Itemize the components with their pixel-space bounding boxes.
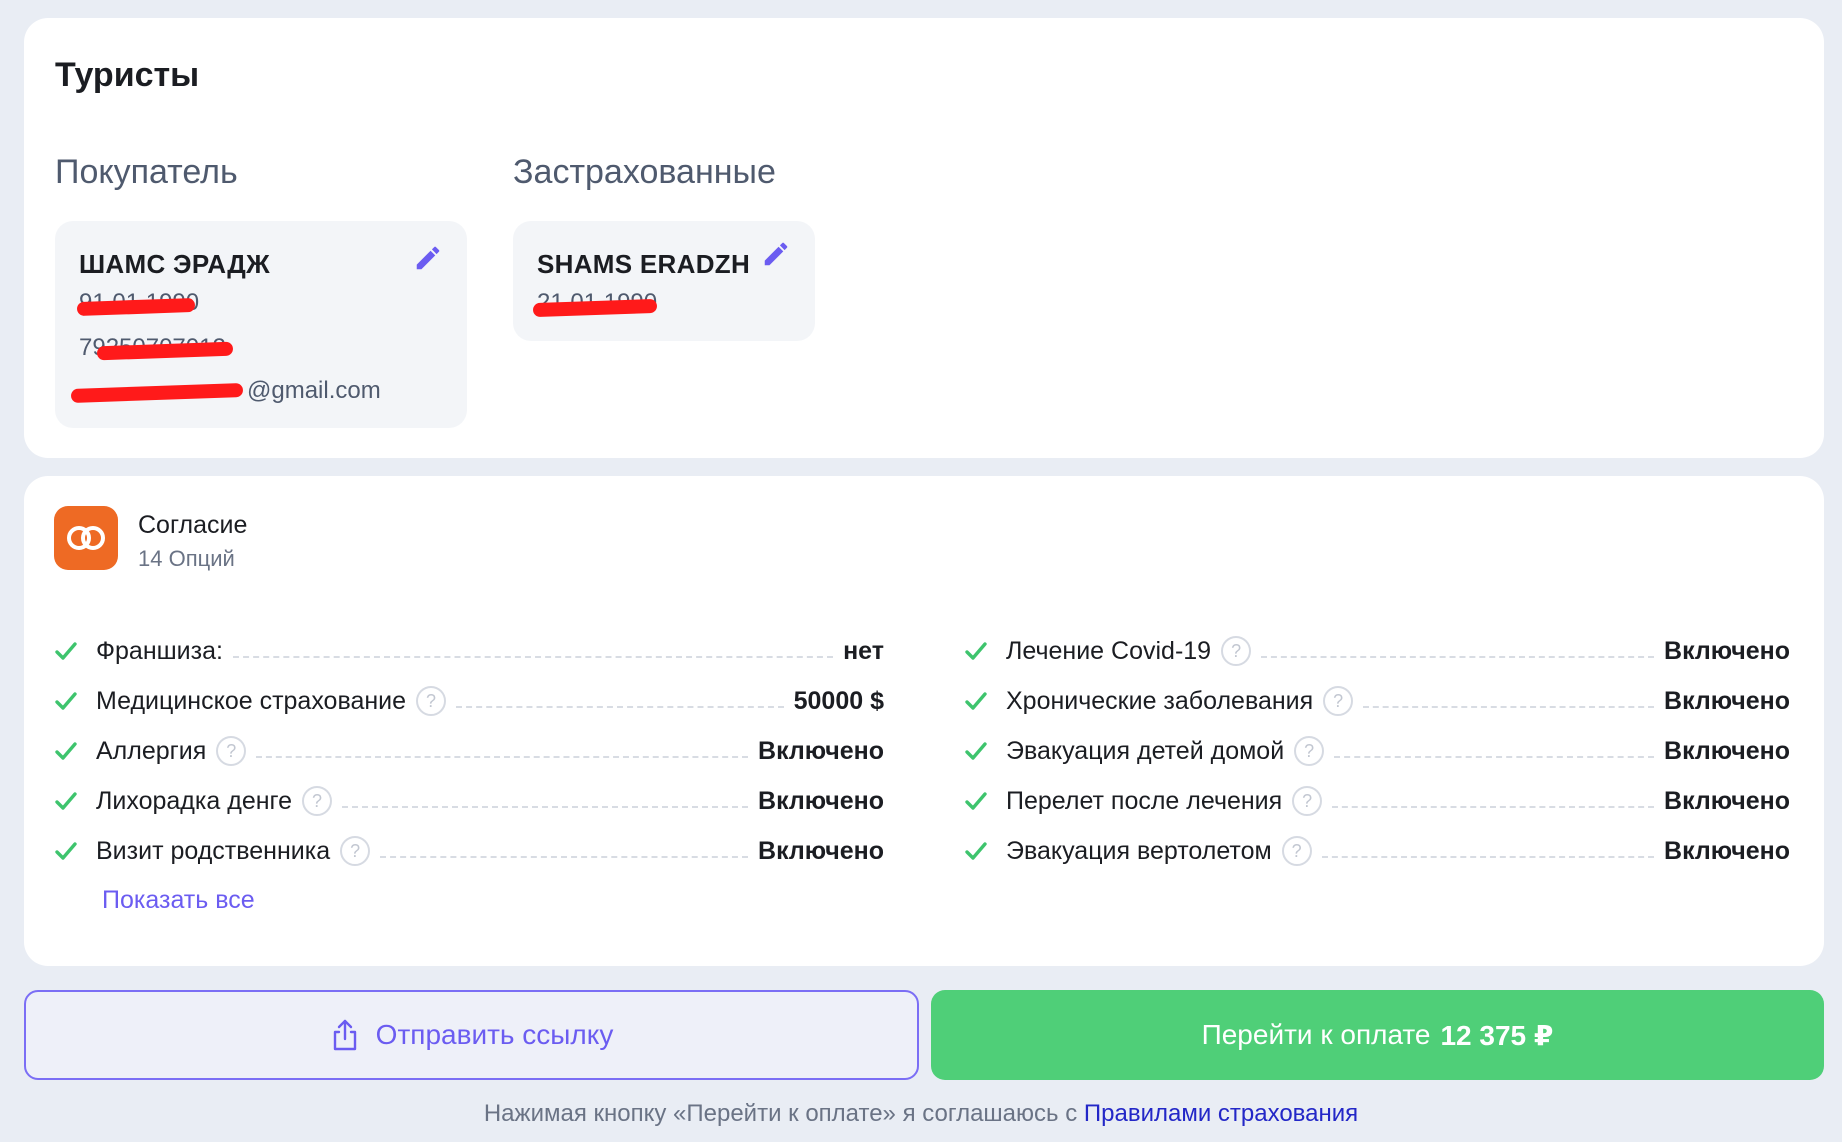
option-value: Включено [1664, 736, 1790, 765]
check-icon [964, 789, 1006, 813]
dotted-leader [342, 794, 749, 808]
option-value: нет [843, 636, 884, 665]
option-label: Эвакуация вертолетом [1006, 836, 1272, 865]
tourists-title: Туристы [55, 56, 200, 94]
options-count: 14 Опций [138, 546, 235, 571]
pay-button[interactable]: Перейти к оплате 12 375 ₽ [931, 990, 1824, 1080]
terms-text: Нажимая кнопку «Перейти к оплате» я согл… [483, 1100, 1084, 1127]
question-icon[interactable]: ? [1292, 786, 1323, 816]
option-value: Включено [1664, 636, 1790, 665]
check-icon [964, 689, 1006, 713]
question-icon[interactable]: ? [302, 786, 332, 816]
dotted-leader [1321, 844, 1655, 858]
option-row: Аллергия? Включено [54, 726, 884, 776]
check-icon [964, 639, 1006, 663]
dotted-leader [1261, 644, 1655, 658]
option-value: Включено [758, 786, 884, 815]
option-row: Медицинское страхование? 50000 $ [54, 676, 884, 726]
pencil-icon[interactable] [413, 243, 443, 273]
option-value: Включено [758, 836, 884, 865]
check-icon [964, 839, 1006, 863]
share-icon [330, 1018, 360, 1052]
dotted-leader [1332, 794, 1655, 808]
buyer-heading: Покупатель [55, 153, 238, 191]
option-label: Медицинское страхование [96, 686, 407, 715]
option-label: Лихорадка денге [96, 786, 292, 815]
terms-note: Нажимая кнопку «Перейти к оплате» я согл… [0, 1100, 1842, 1128]
check-icon [54, 689, 96, 713]
options-list-right: Лечение Covid-19? Включено Хронические заб… [964, 626, 1790, 876]
check-icon [54, 639, 96, 663]
question-icon[interactable]: ? [416, 686, 447, 716]
check-icon [54, 739, 96, 763]
tourists-card: Туристы Покупатель Застрахованные ШАМС Э… [24, 18, 1824, 458]
option-value: Включено [758, 736, 884, 765]
option-row: Лечение Covid-19? Включено [964, 626, 1790, 676]
option-row: Лихорадка денге? Включено [54, 776, 884, 826]
question-icon[interactable]: ? [1294, 736, 1325, 766]
option-label: Лечение Covid-19 [1006, 636, 1212, 665]
pay-amount: 12 375 ₽ [1440, 1019, 1554, 1051]
dotted-leader [232, 644, 834, 658]
options-list-left: Франшиза: нет Медицинское страхование? 5000… [54, 626, 884, 876]
check-icon [54, 839, 96, 863]
option-label: Визит родственника [96, 836, 331, 865]
soglasie-logo-icon [54, 506, 118, 570]
send-link-label: Отправить ссылку [375, 1019, 614, 1050]
pay-label: Перейти к оплате [1201, 1019, 1431, 1050]
send-link-button[interactable]: Отправить ссылку [24, 990, 919, 1080]
question-icon[interactable]: ? [1323, 686, 1354, 716]
option-value: Включено [1664, 836, 1790, 865]
insurer-name: Согласие [138, 511, 248, 539]
insured-heading: Застрахованные [513, 153, 776, 191]
option-row: Эвакуация детей домой? Включено [964, 726, 1790, 776]
question-icon[interactable]: ? [1281, 836, 1312, 866]
offer-card: Согласие 14 Опций Франшиза: нет Медицинско… [24, 476, 1824, 966]
option-label: Франшиза: [96, 636, 223, 665]
pencil-icon[interactable] [761, 239, 791, 269]
question-icon[interactable]: ? [1221, 636, 1252, 666]
dotted-leader [456, 694, 784, 708]
option-row: Франшиза: нет [54, 626, 884, 676]
insured-name: SHAMS ERADZH [537, 249, 751, 279]
show-all-link[interactable]: Показать все [102, 886, 255, 915]
question-icon[interactable]: ? [340, 836, 371, 866]
question-icon[interactable]: ? [216, 736, 247, 766]
option-row: Перелет после лечения? Включено [964, 776, 1790, 826]
option-label: Хронические заболевания [1006, 686, 1314, 715]
dotted-leader [1363, 694, 1655, 708]
dotted-leader [1334, 744, 1655, 758]
option-label: Аллергия [96, 736, 207, 765]
check-icon [54, 789, 96, 813]
dotted-leader [256, 744, 749, 758]
dotted-leader [380, 844, 749, 858]
option-label: Эвакуация детей домой [1006, 736, 1285, 765]
option-value: Включено [1664, 686, 1790, 715]
option-value: 50000 $ [793, 686, 884, 715]
insurance-rules-link[interactable]: Правилами страхования [1084, 1100, 1358, 1127]
option-row: Хронические заболевания? Включено [964, 676, 1790, 726]
option-row: Эвакуация вертолетом? Включено [964, 826, 1790, 876]
option-value: Включено [1664, 786, 1790, 815]
option-row: Визит родственника? Включено [54, 826, 884, 876]
insured-card: SHAMS ERADZH 21.01.1990 [513, 221, 815, 341]
option-label: Перелет после лечения [1006, 786, 1283, 815]
check-icon [964, 739, 1006, 763]
buyer-name: ШАМС ЭРАДЖ [79, 249, 270, 279]
buyer-card: ШАМС ЭРАДЖ 91.01.1990 79250707012 @gmail… [55, 221, 467, 428]
